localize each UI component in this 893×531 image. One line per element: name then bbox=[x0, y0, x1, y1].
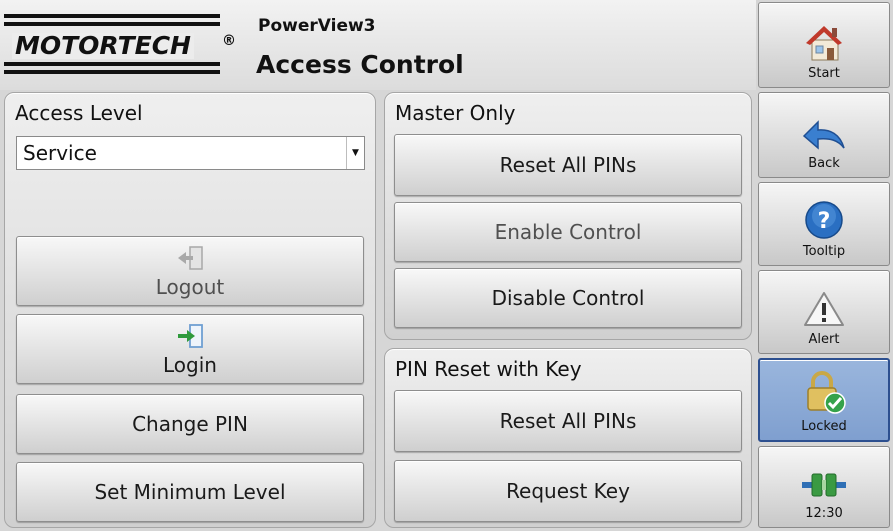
logout-label: Logout bbox=[155, 275, 225, 299]
network-connection-icon bbox=[802, 473, 846, 497]
disable-control-button[interactable]: Disable Control bbox=[394, 268, 742, 328]
master-reset-all-pins-label: Reset All PINs bbox=[499, 153, 637, 177]
svg-text:?: ? bbox=[818, 209, 831, 234]
set-minimum-level-button[interactable]: Set Minimum Level bbox=[16, 462, 364, 522]
change-pin-button[interactable]: Change PIN bbox=[16, 394, 364, 454]
logout-door-icon bbox=[178, 246, 203, 270]
logout-button[interactable]: Logout bbox=[16, 236, 364, 306]
key-reset-all-pins-label: Reset All PINs bbox=[499, 409, 637, 433]
alert-label: Alert bbox=[808, 332, 840, 347]
motortech-logo: MOTORTECH ® bbox=[4, 14, 240, 74]
access-level-selected: Service bbox=[23, 141, 97, 165]
enable-control-button[interactable]: Enable Control bbox=[394, 202, 742, 262]
app-name: PowerView3 bbox=[258, 16, 376, 36]
logo-registered-mark: ® bbox=[222, 33, 236, 49]
alert-button[interactable]: Alert bbox=[758, 270, 890, 354]
access-level-select[interactable]: Service ▼ bbox=[16, 136, 365, 170]
login-label: Login bbox=[163, 353, 217, 377]
master-reset-all-pins-button[interactable]: Reset All PINs bbox=[394, 134, 742, 196]
back-label: Back bbox=[808, 156, 840, 171]
enable-control-label: Enable Control bbox=[494, 220, 642, 244]
start-button[interactable]: Start bbox=[758, 2, 890, 88]
pin-reset-key-title: PIN Reset with Key bbox=[395, 357, 582, 381]
chevron-down-icon[interactable]: ▼ bbox=[346, 137, 364, 169]
key-reset-all-pins-button[interactable]: Reset All PINs bbox=[394, 390, 742, 452]
logo-text: MOTORTECH bbox=[12, 33, 194, 59]
back-button[interactable]: Back bbox=[758, 92, 890, 178]
locked-label: Locked bbox=[801, 419, 847, 434]
request-key-button[interactable]: Request Key bbox=[394, 460, 742, 522]
padlock-check-icon bbox=[807, 371, 846, 414]
login-door-icon bbox=[178, 324, 203, 348]
tooltip-button[interactable]: ? Tooltip bbox=[758, 182, 890, 266]
disable-control-label: Disable Control bbox=[491, 286, 645, 310]
clock-label: 12:30 bbox=[805, 506, 843, 521]
help-question-icon: ? bbox=[805, 201, 843, 239]
house-icon bbox=[806, 26, 842, 61]
set-minimum-level-label: Set Minimum Level bbox=[94, 480, 286, 504]
back-arrow-icon bbox=[802, 120, 845, 150]
warning-triangle-icon bbox=[804, 292, 844, 326]
connection-status-button[interactable]: 12:30 bbox=[758, 446, 890, 528]
access-level-title: Access Level bbox=[15, 101, 143, 125]
login-button[interactable]: Login bbox=[16, 314, 364, 384]
change-pin-label: Change PIN bbox=[132, 412, 248, 436]
tooltip-label: Tooltip bbox=[802, 244, 846, 259]
start-label: Start bbox=[808, 66, 840, 81]
header: MOTORTECH ® PowerView3 Access Control bbox=[0, 0, 756, 90]
locked-button[interactable]: Locked bbox=[758, 358, 890, 442]
page-title: Access Control bbox=[256, 50, 464, 79]
master-only-title: Master Only bbox=[395, 101, 516, 125]
request-key-label: Request Key bbox=[506, 479, 630, 503]
